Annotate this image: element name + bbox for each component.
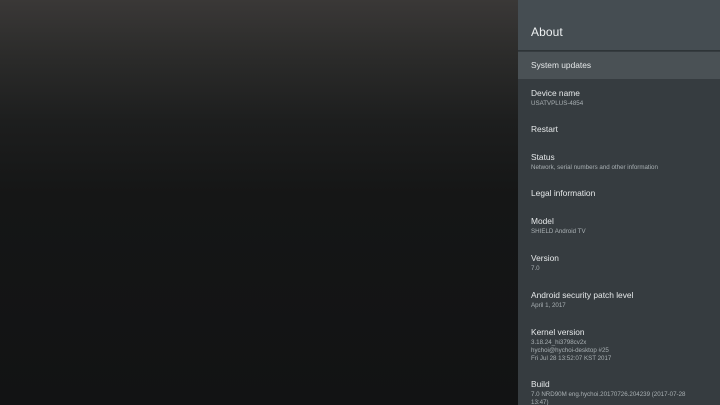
item-title: Build: [531, 379, 550, 389]
item-build[interactable]: Build 7.0 NRD90M eng.hychoi.20170726.204…: [518, 370, 720, 405]
item-title: Restart: [531, 124, 558, 134]
item-restart[interactable]: Restart: [518, 116, 720, 143]
item-subtitle: April 1, 2017: [531, 302, 566, 310]
item-title: Device name: [531, 88, 580, 98]
item-subtitle: 3.18.24_hi3798cv2x hychoi@hychoi-desktop…: [531, 339, 612, 362]
item-title: Kernel version: [531, 327, 585, 337]
item-model[interactable]: Model SHIELD Android TV: [518, 207, 720, 244]
item-subtitle: 7.0: [531, 265, 540, 273]
item-security-patch-level[interactable]: Android security patch level April 1, 20…: [518, 281, 720, 318]
item-version[interactable]: Version 7.0: [518, 244, 720, 281]
settings-list: System updates Device name USATVPLUS-485…: [518, 52, 720, 405]
panel-header: About: [518, 0, 720, 51]
item-subtitle: USATVPLUS-4854: [531, 100, 584, 108]
item-system-updates[interactable]: System updates: [518, 52, 720, 79]
item-subtitle: Network, serial numbers and other inform…: [531, 164, 658, 172]
background-area: [0, 0, 518, 405]
item-title: Model: [531, 216, 554, 226]
item-subtitle: SHIELD Android TV: [531, 228, 586, 236]
item-legal-information[interactable]: Legal information: [518, 180, 720, 207]
item-kernel-version[interactable]: Kernel version 3.18.24_hi3798cv2x hychoi…: [518, 318, 720, 370]
item-status[interactable]: Status Network, serial numbers and other…: [518, 143, 720, 180]
about-settings-panel: About System updates Device name USATVPL…: [518, 0, 720, 405]
screen: About System updates Device name USATVPL…: [0, 0, 720, 405]
item-title: Version: [531, 253, 559, 263]
item-title: System updates: [531, 60, 592, 70]
item-title: Legal information: [531, 188, 596, 198]
item-subtitle: 7.0 NRD90M eng.hychoi.20170726.204239 (2…: [531, 391, 686, 405]
item-title: Status: [531, 152, 555, 162]
panel-title: About: [531, 25, 563, 39]
item-title: Android security patch level: [531, 290, 634, 300]
item-device-name[interactable]: Device name USATVPLUS-4854: [518, 79, 720, 116]
